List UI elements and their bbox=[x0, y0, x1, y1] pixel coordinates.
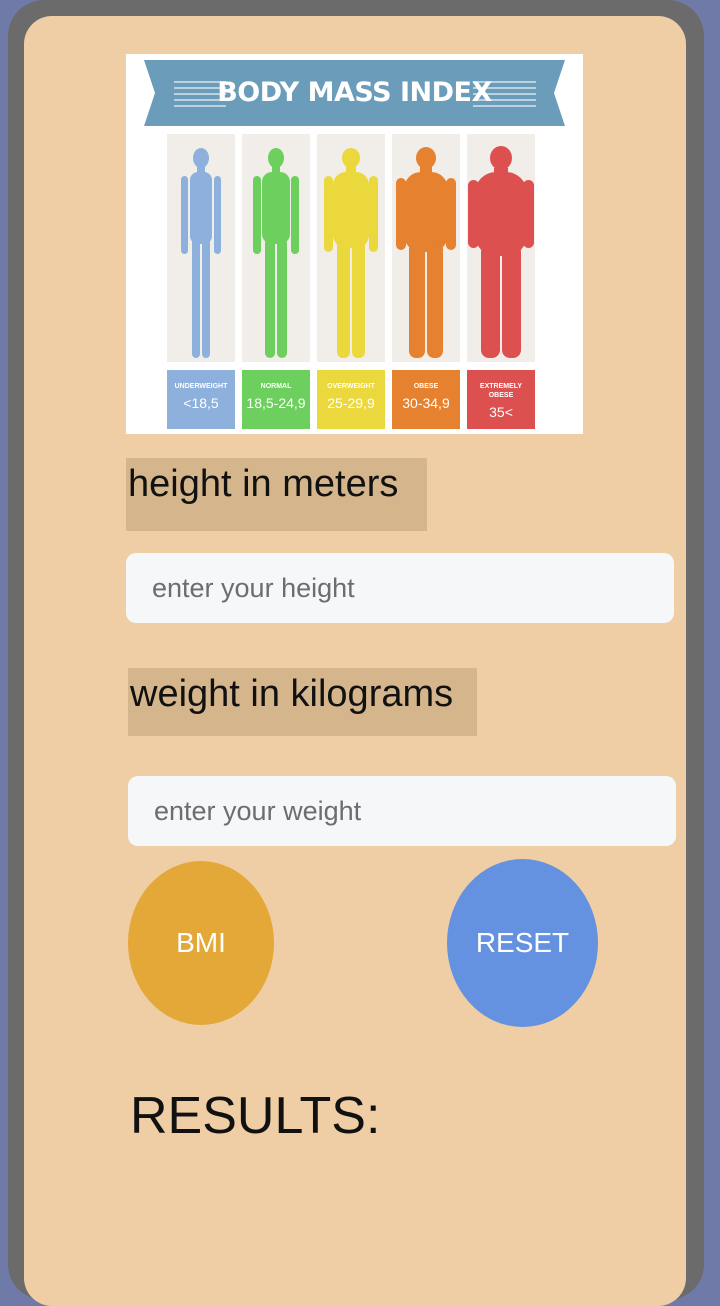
bmi-chart-image: BODY MASS INDEX UNDERWEIGHT <18,5 NORMAL… bbox=[126, 54, 583, 434]
height-label: height in meters bbox=[126, 458, 427, 531]
weight-input[interactable] bbox=[128, 776, 676, 846]
category-normal: NORMAL 18,5-24,9 bbox=[242, 134, 310, 429]
category-range: 18,5-24,9 bbox=[246, 395, 306, 411]
category-label: NORMAL bbox=[260, 383, 292, 390]
person-figure-icon bbox=[253, 148, 299, 358]
category-overweight: OVERWEIGHT 25-29,9 bbox=[317, 134, 385, 429]
results-label: RESULTS: bbox=[130, 1087, 381, 1145]
person-figure-icon bbox=[396, 147, 456, 358]
category-obese: OBESE 30-34,9 bbox=[392, 134, 460, 429]
category-label: UNDERWEIGHT bbox=[174, 383, 228, 390]
bmi-button[interactable]: BMI bbox=[128, 861, 274, 1025]
weight-label: weight in kilograms bbox=[128, 668, 477, 736]
category-underweight: UNDERWEIGHT <18,5 bbox=[167, 134, 235, 429]
category-extremely-obese: EXTREMELY OBESE 35< bbox=[467, 134, 535, 429]
category-range: 25-29,9 bbox=[327, 395, 375, 411]
category-label: EXTREMELY OBESE bbox=[479, 383, 523, 399]
category-range: 35< bbox=[489, 404, 513, 420]
category-range: <18,5 bbox=[183, 395, 219, 411]
category-range: 30-34,9 bbox=[402, 395, 450, 411]
reset-button[interactable]: RESET bbox=[447, 859, 598, 1027]
height-input[interactable] bbox=[126, 553, 674, 623]
person-figure-icon bbox=[468, 146, 534, 358]
category-label: OBESE bbox=[413, 383, 439, 390]
person-figure-icon bbox=[324, 148, 378, 358]
category-label: OVERWEIGHT bbox=[327, 383, 375, 390]
person-figure-icon bbox=[181, 148, 221, 358]
bmi-chart-title: BODY MASS INDEX bbox=[217, 77, 492, 108]
